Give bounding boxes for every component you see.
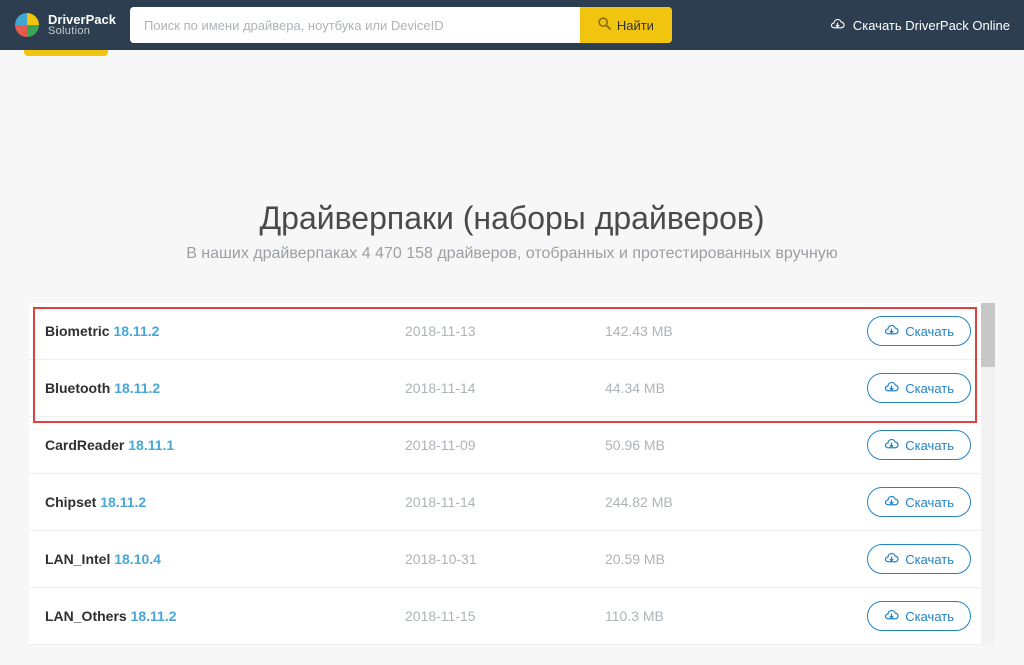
download-button-label: Скачать bbox=[905, 438, 954, 453]
pack-name: Bluetooth bbox=[45, 380, 110, 396]
download-button[interactable]: Скачать bbox=[867, 487, 971, 517]
cloud-download-icon bbox=[884, 495, 899, 510]
main-content: Драйверпаки (наборы драйверов) В наших д… bbox=[0, 50, 1024, 645]
pack-name: LAN_Intel bbox=[45, 551, 110, 567]
pack-size: 50.96 MB bbox=[605, 437, 775, 453]
pack-version-link[interactable]: 18.11.2 bbox=[114, 380, 160, 396]
pack-version-link[interactable]: 18.11.2 bbox=[100, 494, 146, 510]
download-online-link[interactable]: Скачать DriverPack Online bbox=[830, 18, 1010, 33]
logo-icon bbox=[14, 12, 40, 38]
driverpack-table: Biometric 18.11.2 2018-11-13 142.43 MB С… bbox=[29, 303, 995, 645]
cloud-download-icon bbox=[884, 324, 899, 339]
search-button-label: Найти bbox=[617, 18, 654, 33]
table-row: Bluetooth 18.11.2 2018-11-14 44.34 MB Ск… bbox=[29, 360, 995, 417]
pack-date: 2018-11-14 bbox=[405, 380, 605, 396]
download-button[interactable]: Скачать bbox=[867, 316, 971, 346]
search-bar: Найти bbox=[130, 7, 672, 43]
page-subtitle: В наших драйверпаках 4 470 158 драйверов… bbox=[0, 245, 1024, 263]
pack-size: 20.59 MB bbox=[605, 551, 775, 567]
table-row: CardReader 18.11.1 2018-11-09 50.96 MB С… bbox=[29, 417, 995, 474]
download-button[interactable]: Скачать bbox=[867, 373, 971, 403]
search-icon bbox=[598, 17, 611, 33]
pack-size: 244.82 MB bbox=[605, 494, 775, 510]
pack-date: 2018-11-09 bbox=[405, 437, 605, 453]
top-navbar: DriverPack Solution Найти Скачать Driver… bbox=[0, 0, 1024, 50]
cloud-download-icon bbox=[884, 381, 899, 396]
download-button[interactable]: Скачать bbox=[867, 601, 971, 631]
pack-version-link[interactable]: 18.11.2 bbox=[113, 323, 159, 339]
download-button[interactable]: Скачать bbox=[867, 430, 971, 460]
pack-name: CardReader bbox=[45, 437, 124, 453]
pack-version-link[interactable]: 18.11.1 bbox=[128, 437, 174, 453]
table-row: LAN_Others 18.11.2 2018-11-15 110.3 MB С… bbox=[29, 588, 995, 645]
download-online-label: Скачать DriverPack Online bbox=[853, 18, 1010, 33]
download-button-label: Скачать bbox=[905, 609, 954, 624]
table-row: LAN_Intel 18.10.4 2018-10-31 20.59 MB Ск… bbox=[29, 531, 995, 588]
pack-date: 2018-11-14 bbox=[405, 494, 605, 510]
cloud-download-icon bbox=[830, 18, 845, 33]
table-row: Chipset 18.11.2 2018-11-14 244.82 MB Ска… bbox=[29, 474, 995, 531]
scrollbar-thumb[interactable] bbox=[981, 303, 995, 367]
pack-name: Biometric bbox=[45, 323, 110, 339]
pack-size: 44.34 MB bbox=[605, 380, 775, 396]
download-button-label: Скачать bbox=[905, 381, 954, 396]
scrollbar-track[interactable] bbox=[981, 303, 995, 645]
pack-date: 2018-11-15 bbox=[405, 608, 605, 624]
pack-date: 2018-10-31 bbox=[405, 551, 605, 567]
brand-logo[interactable]: DriverPack Solution bbox=[14, 12, 116, 38]
pack-name: LAN_Others bbox=[45, 608, 127, 624]
pack-date: 2018-11-13 bbox=[405, 323, 605, 339]
download-button-label: Скачать bbox=[905, 552, 954, 567]
cloud-download-icon bbox=[884, 609, 899, 624]
cloud-download-icon bbox=[884, 552, 899, 567]
table-row: Biometric 18.11.2 2018-11-13 142.43 MB С… bbox=[29, 303, 995, 360]
yellow-accent-strip bbox=[24, 50, 108, 56]
brand-name-bottom: Solution bbox=[48, 26, 116, 37]
download-button-label: Скачать bbox=[905, 495, 954, 510]
pack-size: 110.3 MB bbox=[605, 608, 775, 624]
download-button[interactable]: Скачать bbox=[867, 544, 971, 574]
page-title: Драйверпаки (наборы драйверов) bbox=[0, 200, 1024, 237]
pack-size: 142.43 MB bbox=[605, 323, 775, 339]
cloud-download-icon bbox=[884, 438, 899, 453]
pack-name: Chipset bbox=[45, 494, 96, 510]
download-button-label: Скачать bbox=[905, 324, 954, 339]
search-input[interactable] bbox=[130, 7, 580, 43]
pack-version-link[interactable]: 18.10.4 bbox=[114, 551, 161, 567]
pack-version-link[interactable]: 18.11.2 bbox=[131, 608, 177, 624]
search-button[interactable]: Найти bbox=[580, 7, 672, 43]
